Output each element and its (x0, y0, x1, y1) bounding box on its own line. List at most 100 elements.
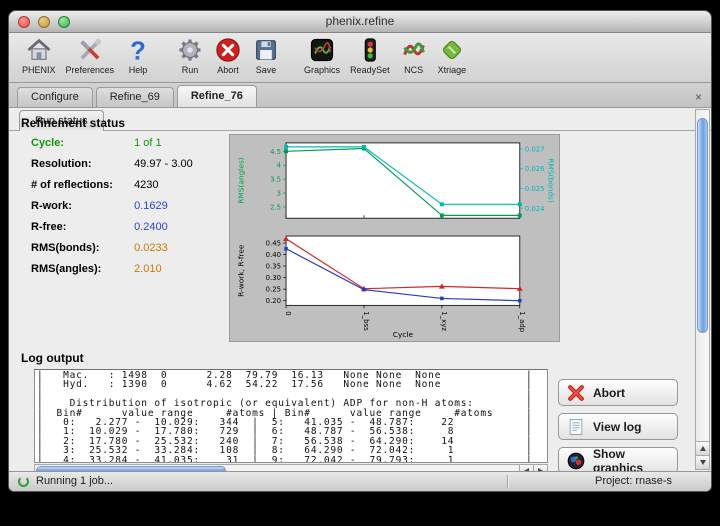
tab-refine-69[interactable]: Refine_69 (96, 87, 174, 107)
abort-button[interactable]: Abort (558, 379, 678, 406)
toolbar-button-readyset[interactable]: ReadySet (345, 36, 395, 75)
toolbar: PHENIX Preferences ? Help Run Abort (9, 33, 711, 83)
toolbar-button-run[interactable]: Run (171, 36, 209, 75)
stat-label: R-free: (31, 221, 131, 233)
svg-text:?: ? (130, 37, 146, 64)
stat-label: R-work: (31, 200, 131, 212)
main-vertical-scrollbar[interactable] (695, 109, 710, 470)
stat-reflections: # of reflections: 4230 (31, 179, 226, 200)
close-window-button[interactable] (18, 16, 30, 28)
stat-rms-angles: RMS(angles): 2.010 (31, 263, 226, 284)
svg-text:1_bss: 1_bss (362, 311, 370, 331)
minimize-window-button[interactable] (38, 16, 50, 28)
toolbar-button-preferences[interactable]: Preferences (61, 36, 120, 75)
stat-value: 0.0233 (134, 242, 168, 254)
log-output-text[interactable]: | Mac. : 1498 0 2.28 79.79 16.13 None No… (34, 369, 548, 463)
toolbar-label-graphics: Graphics (304, 65, 340, 75)
stat-label: RMS(angles): (31, 263, 131, 275)
svg-text:0.35: 0.35 (266, 263, 281, 271)
stat-label: Cycle: (31, 137, 131, 149)
svg-text:0.025: 0.025 (525, 185, 545, 193)
toolbar-label-preferences: Preferences (66, 65, 115, 75)
svg-text:0.027: 0.027 (525, 145, 545, 153)
toolbar-button-phenix[interactable]: PHENIX (17, 36, 61, 75)
tools-icon (76, 36, 104, 64)
svg-text:0.20: 0.20 (266, 297, 281, 305)
view-log-button-label: View log (593, 420, 641, 434)
toolbar-label-ncs: NCS (404, 65, 423, 75)
svg-text:Cycle: Cycle (393, 330, 414, 339)
tab-close-icon[interactable]: × (695, 91, 702, 103)
toolbar-button-abort[interactable]: Abort (209, 36, 247, 75)
stat-r-work: R-work: 0.1629 (31, 200, 226, 221)
toolbar-button-help[interactable]: ? Help (119, 36, 157, 75)
status-bar: Running 1 job... Project: rnase-s (9, 471, 711, 491)
stat-value: 0.1629 (134, 200, 168, 212)
titlebar[interactable]: phenix.refine (9, 11, 711, 33)
toolbar-label-xtriage: Xtriage (438, 65, 467, 75)
statusbar-divider (507, 475, 508, 488)
abort-icon (214, 36, 242, 64)
toolbar-button-save[interactable]: Save (247, 36, 285, 75)
stat-resolution: Resolution: 49.97 - 3.00 (31, 158, 226, 179)
toolbar-label-run: Run (182, 65, 199, 75)
help-icon: ? (124, 36, 152, 64)
home-icon (25, 36, 53, 64)
svg-text:RMS(angles): RMS(angles) (236, 157, 245, 204)
refinement-stats: Cycle: 1 of 1 Resolution: 49.97 - 3.00 #… (31, 137, 226, 284)
show-graphics-button[interactable]: Show graphics (558, 447, 678, 474)
svg-text:0.024: 0.024 (525, 205, 545, 213)
abort-x-icon (566, 383, 586, 403)
project-label: Project: rnase-s (595, 472, 672, 491)
toolbar-label-save: Save (256, 65, 277, 75)
status-message: Running 1 job... (36, 472, 113, 491)
ncs-icon (400, 36, 428, 64)
svg-text:R-work, R-free: R-work, R-free (236, 244, 245, 297)
zoom-window-button[interactable] (58, 16, 70, 28)
toolbar-label-help: Help (129, 65, 148, 75)
arrow-up-icon (700, 446, 706, 451)
save-icon (252, 36, 280, 64)
traffic-lights (18, 16, 70, 28)
tab-bar: Configure Refine_69 Refine_76 × (9, 83, 711, 108)
tab-configure[interactable]: Configure (17, 87, 93, 107)
gear-icon (176, 36, 204, 64)
stat-cycle: Cycle: 1 of 1 (31, 137, 226, 158)
svg-text:0.026: 0.026 (525, 165, 545, 173)
abort-button-label: Abort (593, 386, 625, 400)
stat-value: 49.97 - 3.00 (134, 158, 193, 170)
toolbar-button-xtriage[interactable]: Xtriage (433, 36, 472, 75)
toolbar-button-ncs[interactable]: NCS (395, 36, 433, 75)
stat-label: # of reflections: (31, 179, 131, 191)
content-area: Run status Refinement status Cycle: 1 of… (9, 108, 711, 471)
scroll-down-button[interactable] (696, 455, 709, 469)
view-log-button[interactable]: View log (558, 413, 678, 440)
xtriage-icon (438, 36, 466, 64)
toolbar-label-readyset: ReadySet (350, 65, 390, 75)
svg-text:3: 3 (277, 190, 281, 198)
log-output-heading: Log output (21, 351, 84, 365)
stat-rms-bonds: RMS(bonds): 0.0233 (31, 242, 226, 263)
arrow-down-icon (700, 460, 706, 465)
graphics-sphere-icon (566, 451, 586, 471)
document-icon (566, 417, 586, 437)
progress-spinner-icon (18, 476, 29, 487)
toolbar-label-phenix: PHENIX (22, 65, 56, 75)
phenix-refine-window: phenix.refine PHENIX Preferences ? Help (8, 10, 712, 492)
svg-text:0.40: 0.40 (266, 251, 281, 259)
graphics-icon (308, 36, 336, 64)
stat-value: 0.2400 (134, 221, 168, 233)
main-vertical-scrollbar-thumb[interactable] (697, 118, 708, 333)
svg-text:0.30: 0.30 (266, 274, 281, 282)
tab-refine-76[interactable]: Refine_76 (177, 85, 257, 107)
toolbar-button-graphics[interactable]: Graphics (299, 36, 345, 75)
scroll-up-button[interactable] (696, 441, 709, 455)
stat-label: RMS(bonds): (31, 242, 131, 254)
svg-text:0.45: 0.45 (266, 239, 281, 247)
stat-r-free: R-free: 0.2400 (31, 221, 226, 242)
svg-text:1_xyz: 1_xyz (440, 311, 448, 331)
svg-text:RMS(bonds): RMS(bonds) (547, 158, 556, 203)
svg-text:0.25: 0.25 (266, 286, 281, 294)
svg-text:4: 4 (277, 162, 282, 170)
refinement-chart-panel: 2.533.544.50.0240.0250.0260.027RMS(angle… (229, 134, 560, 342)
